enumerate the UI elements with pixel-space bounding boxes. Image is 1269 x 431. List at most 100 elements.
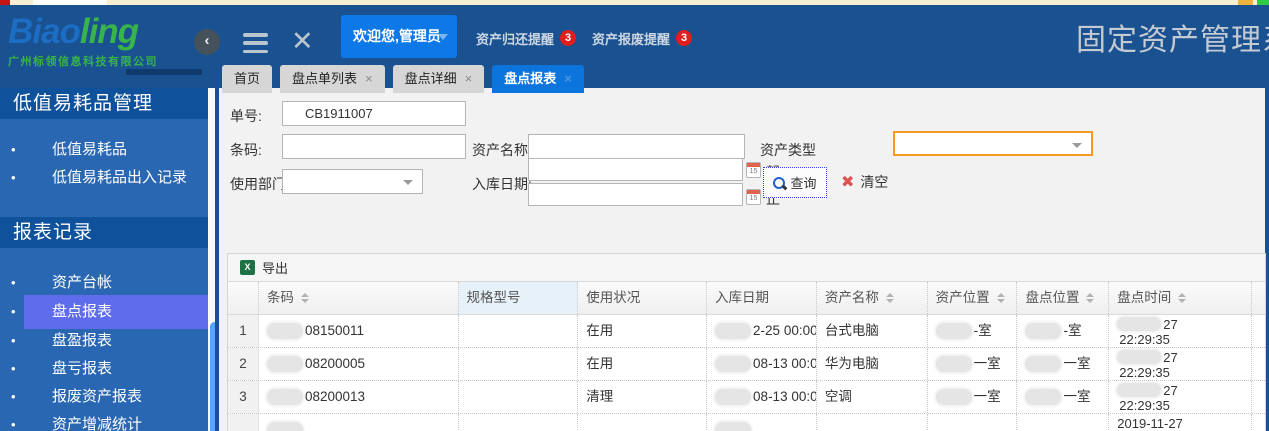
reminder-count-badge: 3	[676, 30, 692, 46]
cell-inventory-location: -室	[1017, 315, 1109, 347]
calendar-icon[interactable]	[746, 162, 761, 178]
cell-inventory-location: 一室	[1017, 381, 1109, 413]
redaction-blob	[267, 422, 303, 431]
asset-return-reminder[interactable]: 资产归还提醒 3	[476, 29, 576, 47]
sidebar-nav: 低值易耗品管理 低值易耗品 低值易耗品出入记录 报表记录 资产台帐 盘点报表 盘…	[0, 88, 208, 431]
cell-asset-name: 华为电脑	[817, 348, 928, 380]
asset-name-input[interactable]	[528, 134, 745, 159]
sidebar-section-consumables[interactable]: 低值易耗品管理	[0, 88, 208, 119]
column-header-barcode[interactable]: 条码	[259, 282, 459, 314]
asset-type-select[interactable]	[893, 131, 1093, 156]
sidebar-item-label: 盘盈报表	[52, 328, 112, 354]
asset-type-label: 资产类型	[760, 140, 816, 160]
cell-spec-model	[459, 348, 579, 380]
cell-spec-model	[459, 414, 579, 431]
redaction-blob	[715, 422, 751, 431]
redaction-blob	[936, 356, 972, 372]
column-header-asset-name[interactable]: 资产名称	[817, 282, 928, 314]
query-button[interactable]: 查询	[763, 167, 827, 198]
tab-home[interactable]: 首页	[222, 65, 272, 93]
order-no-label: 单号:	[230, 106, 262, 126]
storage-date-end-input[interactable]	[528, 183, 743, 206]
table-row[interactable]: 1 08150011 在用 2-25 00:00:00 台式电脑 -室 -室 2…	[228, 315, 1265, 348]
sort-icon[interactable]	[301, 293, 309, 303]
row-number	[228, 414, 259, 431]
redaction-blob	[715, 323, 751, 339]
tab-label: 首页	[234, 65, 260, 93]
cell-asset-name: 空调	[817, 381, 928, 413]
sidebar-item-loss-report[interactable]: 盘亏报表	[0, 356, 208, 382]
company-logo[interactable]: Biaoling 广州标领信息科技有限公司	[8, 13, 193, 73]
logo-subtitle: 广州标领信息科技有限公司	[8, 53, 193, 69]
close-tab-icon[interactable]	[365, 65, 373, 93]
column-header-inventory-time[interactable]: 盘点时间	[1109, 282, 1252, 314]
department-select[interactable]	[282, 169, 423, 194]
order-no-input[interactable]	[282, 101, 466, 126]
table-row[interactable]: 3 08200013 清理 08-13 00:00:00 空调 一室 一室 27…	[228, 381, 1265, 414]
chevron-down-icon	[438, 34, 448, 40]
close-tab-icon[interactable]	[465, 65, 473, 93]
column-header-spec-model[interactable]: 规格型号	[459, 282, 579, 314]
table-row[interactable]: 2019-11-27	[228, 414, 1265, 431]
tab-inventory-detail[interactable]: 盘点详细	[393, 65, 485, 93]
sort-icon[interactable]	[1086, 293, 1094, 303]
close-icon[interactable]	[291, 26, 314, 57]
redaction-blob	[936, 323, 972, 339]
storage-date-start-input[interactable]	[528, 158, 743, 181]
sidebar-item-asset-ledger[interactable]: 资产台帐	[0, 270, 208, 296]
redaction-blob	[1117, 317, 1161, 331]
sidebar-item-scrapped-asset-report[interactable]: 报废资产报表	[0, 384, 208, 410]
cell-asset-location: -室	[928, 315, 1018, 347]
cell-asset-location	[928, 414, 1018, 431]
sidebar-item-consumables[interactable]: 低值易耗品	[0, 137, 208, 163]
clear-button[interactable]: 清空	[841, 172, 888, 192]
bullet-icon	[11, 356, 16, 382]
table-row[interactable]: 2 08200005 在用 08-13 00:00:00 华为电脑 一室 一室 …	[228, 348, 1265, 381]
bullet-icon	[11, 299, 16, 325]
tab-inventory-report[interactable]: 盘点报表	[492, 65, 584, 93]
close-tab-icon[interactable]	[564, 65, 572, 93]
collapse-sidebar-button[interactable]	[194, 29, 220, 55]
clear-button-label: 清空	[860, 172, 888, 192]
sort-icon[interactable]	[886, 293, 894, 303]
logo-part-blue: Biao	[8, 12, 80, 51]
redaction-blob	[267, 389, 303, 405]
tab-label: 盘点详细	[405, 65, 457, 93]
excel-icon	[240, 260, 255, 275]
column-header-spacer	[1252, 282, 1265, 314]
sidebar-item-inventory-report[interactable]: 盘点报表	[0, 299, 208, 325]
redaction-blob	[715, 389, 751, 405]
menu-icon[interactable]	[243, 33, 268, 53]
column-header-storage-date[interactable]: 入库日期	[707, 282, 817, 314]
sort-icon[interactable]	[1178, 293, 1186, 303]
storage-date-label: 入库日期:	[472, 174, 532, 194]
table-toolbar: 导出	[228, 254, 1265, 282]
sidebar-item-consumables-io-records[interactable]: 低值易耗品出入记录	[0, 165, 208, 191]
sidebar-item-asset-change-stats[interactable]: 资产增减统计	[0, 412, 208, 431]
redaction-blob	[1025, 389, 1061, 405]
column-label: 盘点位置	[1025, 282, 1079, 314]
sort-icon[interactable]	[997, 293, 1005, 303]
column-label: 盘点时间	[1117, 282, 1171, 314]
search-icon	[773, 177, 785, 189]
sidebar-item-label: 资产增减统计	[52, 412, 142, 431]
cell-inventory-time: 2019-11-27	[1109, 414, 1252, 431]
asset-scrap-reminder[interactable]: 资产报废提醒 3	[592, 29, 692, 47]
cell-asset-location: 一室	[928, 381, 1018, 413]
tab-inventory-list[interactable]: 盘点单列表	[280, 65, 385, 93]
barcode-input[interactable]	[282, 134, 466, 159]
column-header-usage-status[interactable]: 使用状况	[578, 282, 707, 314]
tab-label: 盘点报表	[504, 65, 556, 93]
column-header-asset-location[interactable]: 资产位置	[928, 282, 1018, 314]
sidebar-section-reports[interactable]: 报表记录	[0, 217, 208, 248]
bullet-icon	[11, 137, 16, 163]
calendar-icon[interactable]	[746, 189, 761, 205]
export-button[interactable]: 导出	[240, 258, 288, 277]
sidebar-item-surplus-report[interactable]: 盘盈报表	[0, 328, 208, 354]
table-body: 1 08150011 在用 2-25 00:00:00 台式电脑 -室 -室 2…	[228, 315, 1265, 431]
tab-label: 盘点单列表	[292, 65, 357, 93]
column-header-inventory-location[interactable]: 盘点位置	[1017, 282, 1109, 314]
user-menu-button[interactable]: 欢迎您,管理员	[341, 15, 457, 58]
table-header-row: 条码 规格型号 使用状况 入库日期 资产名称 资产位置 盘点位置	[228, 282, 1265, 315]
column-header-rownum	[228, 282, 259, 314]
